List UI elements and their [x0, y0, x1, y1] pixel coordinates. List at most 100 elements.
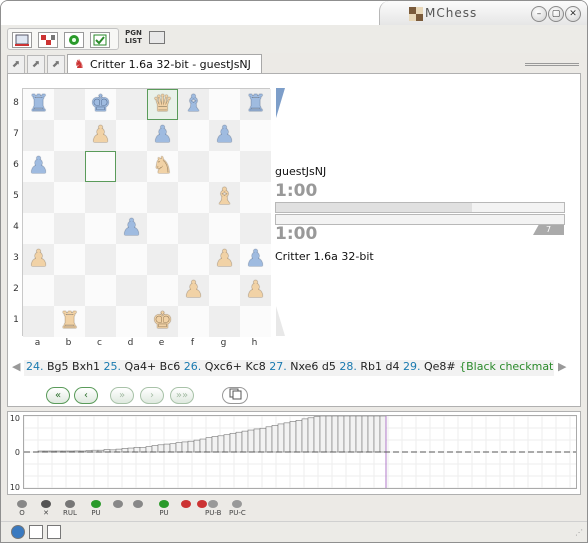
square-g4[interactable] [209, 213, 240, 244]
square-d8[interactable] [116, 89, 147, 120]
square-e1[interactable]: ♚ [147, 306, 178, 337]
bottom-tool-button[interactable]: PU [159, 500, 169, 517]
black-piece[interactable]: ♟ [245, 246, 266, 272]
square-d4[interactable]: ♟ [116, 213, 147, 244]
white-piece[interactable]: ♞ [152, 153, 173, 179]
bottom-tool-button[interactable] [113, 500, 123, 509]
square-a7[interactable] [23, 120, 54, 151]
close-button[interactable]: ✕ [565, 6, 581, 22]
square-h8[interactable]: ♜ [240, 89, 271, 120]
square-b4[interactable] [54, 213, 85, 244]
move-scroll-right-icon[interactable]: ▶ [558, 360, 566, 373]
tab-game[interactable]: ♞ Critter 1.6a 32-bit - guestJsNJ [67, 54, 262, 74]
square-h6[interactable] [240, 151, 271, 182]
square-a6[interactable]: ♟ [23, 151, 54, 182]
next-variation-button[interactable]: » [110, 387, 134, 404]
previous-move-button[interactable]: ‹ [74, 387, 98, 404]
black-piece[interactable]: ♜ [28, 91, 49, 117]
layout-icon[interactable] [47, 525, 61, 539]
bottom-tool-button[interactable]: PU-C [229, 500, 246, 517]
square-d7[interactable] [116, 120, 147, 151]
square-e4[interactable] [147, 213, 178, 244]
move-san[interactable]: Qa4+ Bc6 [125, 360, 184, 373]
square-e7[interactable]: ♟ [147, 120, 178, 151]
square-d6[interactable] [116, 151, 147, 182]
square-c6[interactable] [85, 151, 116, 182]
black-piece[interactable]: ♜ [245, 91, 266, 117]
bottom-tool-button[interactable]: ✕ [41, 500, 51, 517]
tab-scroll-right-icon[interactable]: ⬈ [47, 55, 65, 74]
square-e2[interactable] [147, 275, 178, 306]
panel-controls[interactable] [525, 63, 579, 66]
square-f3[interactable] [178, 244, 209, 275]
square-b6[interactable] [54, 151, 85, 182]
square-c5[interactable] [85, 182, 116, 213]
white-piece[interactable]: ♟ [183, 277, 204, 303]
white-piece[interactable]: ♟ [214, 246, 235, 272]
square-a3[interactable]: ♟ [23, 244, 54, 275]
globe-icon[interactable] [11, 525, 25, 539]
maximize-button[interactable]: ▢ [548, 6, 564, 22]
square-g6[interactable] [209, 151, 240, 182]
square-b7[interactable] [54, 120, 85, 151]
square-g1[interactable] [209, 306, 240, 337]
chess-board[interactable]: ♜ ♚ ♛ ♝ ♜ ♟ ♟ ♟ ♟ ♞ ♝ ♟ ♟ ♟ ♟ ♟ ♟ ♜ ♚ [22, 88, 271, 337]
square-f8[interactable]: ♝ [178, 89, 209, 120]
square-b1[interactable]: ♜ [54, 306, 85, 337]
minimize-button[interactable]: – [531, 6, 547, 22]
open-folder-icon[interactable] [149, 31, 165, 44]
square-d1[interactable] [116, 306, 147, 337]
move-scroll-left-icon[interactable]: ◀ [12, 360, 20, 373]
pgn-list-button[interactable]: PGN LIST [125, 29, 142, 45]
square-g7[interactable]: ♟ [209, 120, 240, 151]
move-san[interactable]: Bg5 Bxh1 [47, 360, 104, 373]
square-f6[interactable] [178, 151, 209, 182]
bottom-tool-button[interactable]: O [17, 500, 27, 517]
board-view-icon[interactable] [29, 525, 43, 539]
new-game-icon[interactable] [12, 32, 32, 48]
square-b2[interactable] [54, 275, 85, 306]
square-f4[interactable] [178, 213, 209, 244]
square-a8[interactable]: ♜ [23, 89, 54, 120]
resize-grip-icon[interactable]: ⋰ [575, 528, 583, 537]
square-e8[interactable]: ♛ [147, 89, 178, 120]
square-c3[interactable] [85, 244, 116, 275]
white-piece[interactable]: ♟ [90, 122, 111, 148]
square-c2[interactable] [85, 275, 116, 306]
square-b8[interactable] [54, 89, 85, 120]
square-g5[interactable]: ♝ [209, 182, 240, 213]
bottom-tool-button[interactable]: RUL [63, 500, 77, 517]
move-san[interactable]: Qxc6+ Kc8 [205, 360, 270, 373]
square-g2[interactable] [209, 275, 240, 306]
move-san[interactable]: Nxe6 d5 [290, 360, 339, 373]
black-piece[interactable]: ♝ [183, 91, 204, 117]
square-g3[interactable]: ♟ [209, 244, 240, 275]
white-piece[interactable]: ♟ [28, 246, 49, 272]
square-h5[interactable] [240, 182, 271, 213]
bottom-tool-button[interactable]: PU-B [205, 500, 221, 517]
white-piece[interactable]: ♝ [214, 184, 235, 210]
square-d5[interactable] [116, 182, 147, 213]
square-e6[interactable]: ♞ [147, 151, 178, 182]
move-san[interactable]: Rb1 d4 [360, 360, 403, 373]
square-e5[interactable] [147, 182, 178, 213]
square-a4[interactable] [23, 213, 54, 244]
bottom-tool-button[interactable] [133, 500, 143, 509]
white-piece[interactable]: ♚ [152, 308, 173, 334]
square-a5[interactable] [23, 182, 54, 213]
move-list[interactable]: 24. Bg5 Bxh1 25. Qa4+ Bc6 26. Qxc6+ Kc8 … [24, 360, 554, 376]
bottom-tool-button[interactable] [181, 500, 191, 509]
square-h4[interactable] [240, 213, 271, 244]
move-san[interactable]: Qe8# [424, 360, 459, 373]
board-setup-icon[interactable] [38, 32, 58, 48]
square-a1[interactable] [23, 306, 54, 337]
square-f5[interactable] [178, 182, 209, 213]
white-piece[interactable]: ♜ [59, 308, 80, 334]
square-f2[interactable]: ♟ [178, 275, 209, 306]
square-g8[interactable] [209, 89, 240, 120]
engine-icon[interactable] [64, 32, 84, 48]
bottom-tool-button[interactable]: PU [91, 500, 101, 517]
square-f1[interactable] [178, 306, 209, 337]
black-piece[interactable]: ♟ [121, 215, 142, 241]
square-b5[interactable] [54, 182, 85, 213]
